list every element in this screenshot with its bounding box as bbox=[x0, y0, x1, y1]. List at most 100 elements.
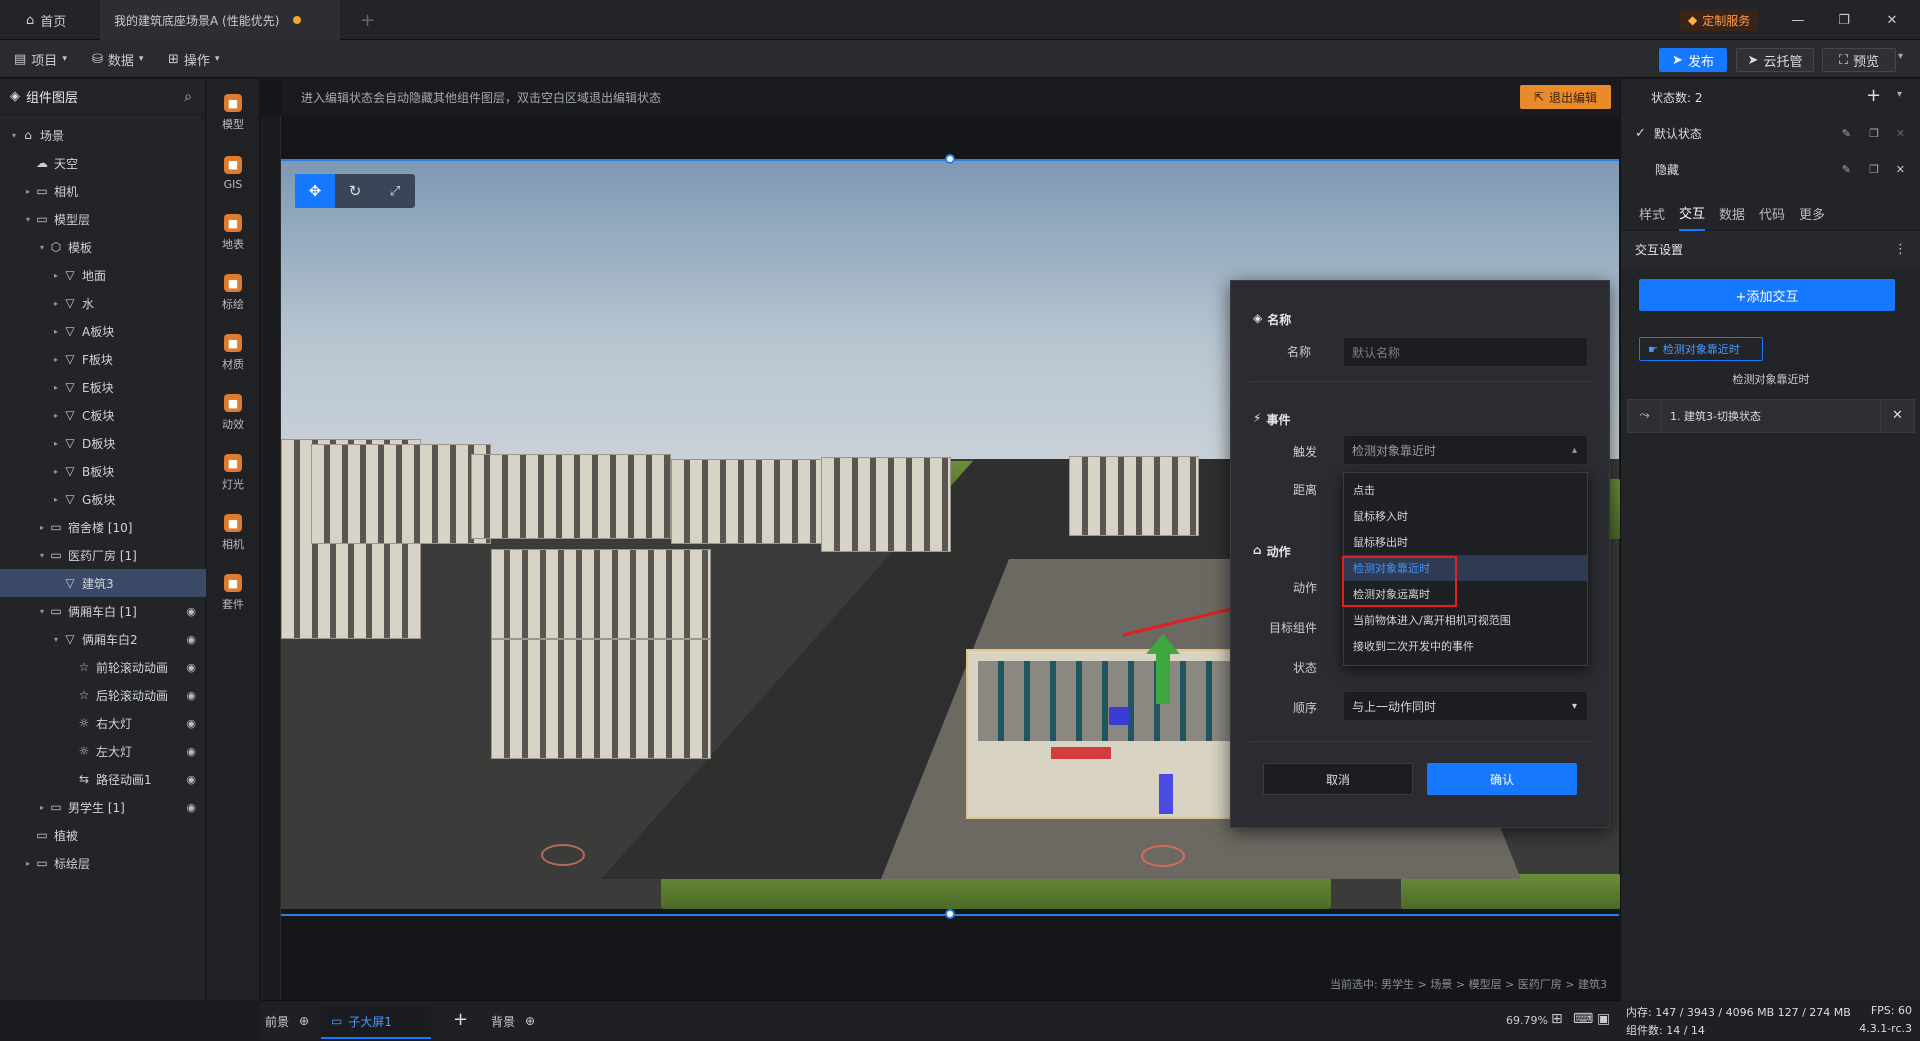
chevron-right-icon[interactable]: ▸ bbox=[50, 411, 62, 420]
dropdown-option[interactable]: 点击 bbox=[1344, 477, 1587, 503]
state-item-default[interactable]: ✓ 默认状态 ✎ ❐ ✕ bbox=[1621, 115, 1920, 151]
layer-item[interactable]: ⇆ 路径动画1 ◉ bbox=[0, 765, 206, 793]
home-tab[interactable]: ⌂ 首页 bbox=[12, 0, 80, 40]
close-window-button[interactable]: ✕ bbox=[1880, 8, 1904, 32]
tool-0[interactable]: ■ 模型 bbox=[206, 83, 260, 143]
confirm-button[interactable]: 确认 bbox=[1427, 763, 1577, 795]
layer-item[interactable]: ▾ ▭ 模型层 bbox=[0, 205, 206, 233]
layer-item[interactable]: ▸ ▽ C板块 bbox=[0, 401, 206, 429]
screen-tab[interactable]: ▭ 子大屏1 bbox=[321, 1005, 431, 1039]
tab-4[interactable]: 更多 bbox=[1799, 195, 1825, 231]
chevron-right-icon[interactable]: ▸ bbox=[50, 495, 62, 504]
layer-item[interactable]: ▸ ▽ A板块 bbox=[0, 317, 206, 345]
layer-item[interactable]: ▾ ▭ 俩厢车白 [1] ◉ bbox=[0, 597, 206, 625]
visibility-icon[interactable]: ◉ bbox=[186, 801, 196, 814]
add-interaction-button[interactable]: +添加交互 bbox=[1639, 279, 1895, 311]
name-input[interactable]: 默认名称 bbox=[1343, 337, 1588, 367]
layer-item[interactable]: ▸ ▽ 水 bbox=[0, 289, 206, 317]
chevron-down-icon[interactable]: ▾ bbox=[36, 243, 48, 252]
minimize-button[interactable]: — bbox=[1786, 8, 1810, 32]
chevron-right-icon[interactable]: ▸ bbox=[50, 439, 62, 448]
restore-button[interactable]: ❐ bbox=[1832, 8, 1856, 32]
layer-item[interactable]: ▸ ▭ 相机 bbox=[0, 177, 206, 205]
add-circle-icon[interactable]: ⊕ bbox=[525, 1014, 535, 1028]
layer-item[interactable]: ☆ 后轮滚动动画 ◉ bbox=[0, 681, 206, 709]
chevron-right-icon[interactable]: ▸ bbox=[36, 803, 48, 812]
delete-icon[interactable]: ✕ bbox=[1896, 127, 1905, 140]
visibility-icon[interactable]: ◉ bbox=[186, 689, 196, 702]
menu-operation[interactable]: ⊞ 操作 ▾ bbox=[168, 40, 219, 78]
search-icon[interactable]: ⌕ bbox=[184, 89, 192, 105]
cloud-button[interactable]: ➤ 云托管 bbox=[1736, 48, 1814, 72]
layer-item[interactable]: ▸ ▽ 地面 bbox=[0, 261, 206, 289]
chevron-right-icon[interactable]: ▸ bbox=[36, 523, 48, 532]
add-tab-button[interactable]: + bbox=[346, 0, 389, 40]
tool-3[interactable]: ■ 标绘 bbox=[206, 263, 260, 323]
fit-screen-icon[interactable]: ⊞ bbox=[1551, 1011, 1563, 1027]
zoom-level[interactable]: 69.79% bbox=[1506, 1014, 1548, 1027]
visibility-icon[interactable]: ◉ bbox=[186, 605, 196, 618]
edit-icon[interactable]: ✎ bbox=[1842, 163, 1851, 176]
custom-service-button[interactable]: ◆ 定制服务 bbox=[1680, 9, 1759, 31]
delete-icon[interactable]: ✕ bbox=[1896, 163, 1905, 176]
layer-item[interactable]: ▽ 建筑3 bbox=[0, 569, 206, 597]
tool-5[interactable]: ■ 动效 bbox=[206, 383, 260, 443]
menu-project[interactable]: ▤ 项目 ▾ bbox=[14, 40, 67, 78]
add-screen-button[interactable]: + bbox=[453, 1009, 468, 1030]
keyboard-icon[interactable]: ⌨ bbox=[1573, 1011, 1593, 1027]
layer-item[interactable]: ▸ ▽ B板块 bbox=[0, 457, 206, 485]
layer-item[interactable]: ▸ ▭ 标绘层 bbox=[0, 849, 206, 877]
state-item-hidden[interactable]: 隐藏 ✎ ❐ ✕ bbox=[1621, 151, 1920, 187]
back-layer-tab[interactable]: 背景 ⊕ bbox=[491, 1001, 535, 1041]
dropdown-option[interactable]: 鼠标移出时 bbox=[1344, 529, 1587, 555]
tab-3[interactable]: 代码 bbox=[1759, 195, 1785, 231]
cancel-button[interactable]: 取消 bbox=[1263, 763, 1413, 795]
layer-item[interactable]: ▸ ▽ E板块 bbox=[0, 373, 206, 401]
chevron-down-icon[interactable]: ▾ bbox=[1898, 51, 1903, 62]
layer-item[interactable]: ▸ ▭ 男学生 [1] ◉ bbox=[0, 793, 206, 821]
scene-tab[interactable]: 我的建筑底座场景A (性能优先) bbox=[100, 0, 340, 40]
layer-item[interactable]: ▸ ▭ 宿舍楼 [10] bbox=[0, 513, 206, 541]
chevron-right-icon[interactable]: ▸ bbox=[50, 383, 62, 392]
layer-item[interactable]: ▾ ⬡ 模板 bbox=[0, 233, 206, 261]
chevron-right-icon[interactable]: ▸ bbox=[22, 187, 34, 196]
event-tag[interactable]: ☛ 检测对象靠近时 bbox=[1639, 337, 1763, 361]
tool-1[interactable]: ■ GIS bbox=[206, 143, 260, 203]
chevron-right-icon[interactable]: ▸ bbox=[50, 355, 62, 364]
visibility-icon[interactable]: ◉ bbox=[186, 745, 196, 758]
dropdown-option[interactable]: 接收到二次开发中的事件 bbox=[1344, 633, 1587, 659]
chevron-right-icon[interactable]: ▸ bbox=[22, 859, 34, 868]
tool-2[interactable]: ■ 地表 bbox=[206, 203, 260, 263]
layer-item[interactable]: ▸ ▽ F板块 bbox=[0, 345, 206, 373]
order-select[interactable]: 与上一动作同时 ▾ bbox=[1343, 691, 1588, 721]
add-circle-icon[interactable]: ⊕ bbox=[299, 1014, 309, 1028]
menu-data[interactable]: ⛁ 数据 ▾ bbox=[92, 40, 143, 78]
tool-7[interactable]: ■ 相机 bbox=[206, 503, 260, 563]
publish-button[interactable]: ➤ 发布 bbox=[1659, 48, 1727, 72]
copy-icon[interactable]: ❐ bbox=[1869, 127, 1879, 140]
chevron-right-icon[interactable]: ▸ bbox=[50, 327, 62, 336]
visibility-icon[interactable]: ◉ bbox=[186, 661, 196, 674]
tool-4[interactable]: ■ 材质 bbox=[206, 323, 260, 383]
chevron-right-icon[interactable]: ▸ bbox=[50, 299, 62, 308]
edit-icon[interactable]: ✎ bbox=[1842, 127, 1851, 140]
tab-0[interactable]: 样式 bbox=[1639, 195, 1665, 231]
chevron-right-icon[interactable]: ▸ bbox=[50, 467, 62, 476]
dropdown-option[interactable]: 当前物体进入/离开相机可视范围 bbox=[1344, 607, 1587, 633]
layer-item[interactable]: ▾ ⌂ 场景 bbox=[0, 121, 206, 149]
preview-button[interactable]: ⛶ 预览 bbox=[1822, 48, 1896, 72]
layer-item[interactable]: ▸ ▽ D板块 bbox=[0, 429, 206, 457]
add-state-icon[interactable]: + bbox=[1866, 85, 1881, 106]
layer-item[interactable]: ☁ 天空 bbox=[0, 149, 206, 177]
chevron-down-icon[interactable]: ▾ bbox=[36, 607, 48, 616]
tool-6[interactable]: ■ 灯光 bbox=[206, 443, 260, 503]
layer-item[interactable]: ▾ ▽ 俩厢车白2 ◉ bbox=[0, 625, 206, 653]
chevron-down-icon[interactable]: ▾ bbox=[22, 215, 34, 224]
layer-item[interactable]: ▭ 植被 bbox=[0, 821, 206, 849]
visibility-icon[interactable]: ◉ bbox=[186, 633, 196, 646]
layer-item[interactable]: ☆ 前轮滚动动画 ◉ bbox=[0, 653, 206, 681]
layer-item[interactable]: ▾ ▭ 医药厂房 [1] bbox=[0, 541, 206, 569]
tab-2[interactable]: 数据 bbox=[1719, 195, 1745, 231]
chevron-down-icon[interactable]: ▾ bbox=[50, 635, 62, 644]
visibility-icon[interactable]: ◉ bbox=[186, 717, 196, 730]
